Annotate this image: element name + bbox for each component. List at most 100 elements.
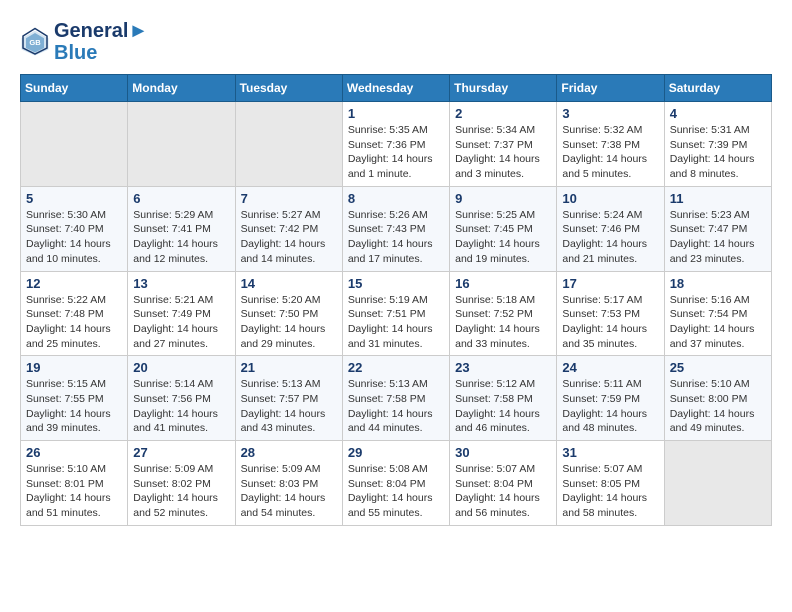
day-number: 23 [455,360,551,375]
day-number: 31 [562,445,658,460]
calendar-cell: 21 Sunrise: 5:13 AM Sunset: 7:57 PM Dayli… [235,356,342,441]
calendar-cell [128,102,235,187]
calendar-cell: 1Sunrise: 5:35 AM Sunset: 7:36 PM Daylig… [342,102,449,187]
logo-icon: GB [20,27,50,57]
logo-text: General► Blue [54,20,148,64]
calendar-cell: 5 Sunrise: 5:30 AM Sunset: 7:40 PM Daylig… [21,186,128,271]
day-header-sunday: Sunday [21,75,128,102]
day-number: 9 [455,191,551,206]
day-number: 16 [455,276,551,291]
header: GB General► Blue [20,20,772,64]
day-info: Sunrise: 5:13 AM Sunset: 7:57 PM Dayligh… [241,377,337,436]
day-header-wednesday: Wednesday [342,75,449,102]
calendar-cell: 24Sunrise: 5:11 AM Sunset: 7:59 PM Dayli… [557,356,664,441]
day-info: Sunrise: 5:09 AM Sunset: 8:02 PM Dayligh… [133,462,229,521]
day-header-thursday: Thursday [450,75,557,102]
day-info: Sunrise: 5:34 AM Sunset: 7:37 PM Dayligh… [455,123,551,182]
calendar-cell: 10 Sunrise: 5:24 AM Sunset: 7:46 PM Dayli… [557,186,664,271]
calendar-cell: 17Sunrise: 5:17 AM Sunset: 7:53 PM Dayli… [557,271,664,356]
day-number: 30 [455,445,551,460]
calendar-cell [235,102,342,187]
day-info: Sunrise: 5:09 AM Sunset: 8:03 PM Dayligh… [241,462,337,521]
day-number: 15 [348,276,444,291]
day-info: Sunrise: 5:07 AM Sunset: 8:05 PM Dayligh… [562,462,658,521]
day-number: 28 [241,445,337,460]
day-number: 7 [241,191,337,206]
day-number: 11 [670,191,766,206]
calendar-header-row: SundayMondayTuesdayWednesdayThursdayFrid… [21,75,772,102]
day-info: Sunrise: 5:16 AM Sunset: 7:54 PM Dayligh… [670,293,766,352]
day-number: 25 [670,360,766,375]
day-info: Sunrise: 5:20 AM Sunset: 7:50 PM Dayligh… [241,293,337,352]
day-info: Sunrise: 5:30 AM Sunset: 7:40 PM Dayligh… [26,208,122,267]
calendar-cell: 8Sunrise: 5:26 AM Sunset: 7:43 PM Daylig… [342,186,449,271]
calendar-cell: 26Sunrise: 5:10 AM Sunset: 8:01 PM Dayli… [21,441,128,526]
day-number: 29 [348,445,444,460]
day-number: 26 [26,445,122,460]
week-row-4: 19 Sunrise: 5:15 AM Sunset: 7:55 PM Dayli… [21,356,772,441]
day-info: Sunrise: 5:27 AM Sunset: 7:42 PM Dayligh… [241,208,337,267]
day-number: 21 [241,360,337,375]
week-row-2: 5 Sunrise: 5:30 AM Sunset: 7:40 PM Daylig… [21,186,772,271]
calendar-cell: 29 Sunrise: 5:08 AM Sunset: 8:04 PM Dayli… [342,441,449,526]
week-row-3: 12 Sunrise: 5:22 AM Sunset: 7:48 PM Dayli… [21,271,772,356]
day-number: 18 [670,276,766,291]
day-info: Sunrise: 5:24 AM Sunset: 7:46 PM Dayligh… [562,208,658,267]
calendar-cell: 18 Sunrise: 5:16 AM Sunset: 7:54 PM Dayli… [664,271,771,356]
day-info: Sunrise: 5:22 AM Sunset: 7:48 PM Dayligh… [26,293,122,352]
calendar-table: SundayMondayTuesdayWednesdayThursdayFrid… [20,74,772,526]
calendar-cell: 19 Sunrise: 5:15 AM Sunset: 7:55 PM Dayli… [21,356,128,441]
day-info: Sunrise: 5:35 AM Sunset: 7:36 PM Dayligh… [348,123,444,182]
week-row-1: 1Sunrise: 5:35 AM Sunset: 7:36 PM Daylig… [21,102,772,187]
day-number: 5 [26,191,122,206]
day-info: Sunrise: 5:31 AM Sunset: 7:39 PM Dayligh… [670,123,766,182]
calendar-cell: 20Sunrise: 5:14 AM Sunset: 7:56 PM Dayli… [128,356,235,441]
calendar-cell: 9 Sunrise: 5:25 AM Sunset: 7:45 PM Daylig… [450,186,557,271]
calendar-cell [21,102,128,187]
day-info: Sunrise: 5:26 AM Sunset: 7:43 PM Dayligh… [348,208,444,267]
day-info: Sunrise: 5:12 AM Sunset: 7:58 PM Dayligh… [455,377,551,436]
day-number: 12 [26,276,122,291]
day-info: Sunrise: 5:13 AM Sunset: 7:58 PM Dayligh… [348,377,444,436]
day-info: Sunrise: 5:23 AM Sunset: 7:47 PM Dayligh… [670,208,766,267]
calendar-cell: 14Sunrise: 5:20 AM Sunset: 7:50 PM Dayli… [235,271,342,356]
day-info: Sunrise: 5:14 AM Sunset: 7:56 PM Dayligh… [133,377,229,436]
calendar-cell: 7 Sunrise: 5:27 AM Sunset: 7:42 PM Daylig… [235,186,342,271]
week-row-5: 26Sunrise: 5:10 AM Sunset: 8:01 PM Dayli… [21,441,772,526]
day-info: Sunrise: 5:19 AM Sunset: 7:51 PM Dayligh… [348,293,444,352]
calendar-cell: 2 Sunrise: 5:34 AM Sunset: 7:37 PM Daylig… [450,102,557,187]
calendar-cell: 22 Sunrise: 5:13 AM Sunset: 7:58 PM Dayli… [342,356,449,441]
calendar-cell: 4 Sunrise: 5:31 AM Sunset: 7:39 PM Daylig… [664,102,771,187]
day-number: 19 [26,360,122,375]
calendar-cell: 27Sunrise: 5:09 AM Sunset: 8:02 PM Dayli… [128,441,235,526]
day-info: Sunrise: 5:32 AM Sunset: 7:38 PM Dayligh… [562,123,658,182]
calendar-cell: 16Sunrise: 5:18 AM Sunset: 7:52 PM Dayli… [450,271,557,356]
day-info: Sunrise: 5:08 AM Sunset: 8:04 PM Dayligh… [348,462,444,521]
day-info: Sunrise: 5:10 AM Sunset: 8:00 PM Dayligh… [670,377,766,436]
day-header-saturday: Saturday [664,75,771,102]
calendar-cell: 31 Sunrise: 5:07 AM Sunset: 8:05 PM Dayli… [557,441,664,526]
day-info: Sunrise: 5:29 AM Sunset: 7:41 PM Dayligh… [133,208,229,267]
day-number: 22 [348,360,444,375]
day-info: Sunrise: 5:15 AM Sunset: 7:55 PM Dayligh… [26,377,122,436]
day-number: 3 [562,106,658,121]
day-number: 13 [133,276,229,291]
day-header-friday: Friday [557,75,664,102]
day-number: 4 [670,106,766,121]
calendar-cell: 3 Sunrise: 5:32 AM Sunset: 7:38 PM Daylig… [557,102,664,187]
logo: GB General► Blue [20,20,148,64]
day-info: Sunrise: 5:17 AM Sunset: 7:53 PM Dayligh… [562,293,658,352]
day-number: 2 [455,106,551,121]
calendar-cell: 6Sunrise: 5:29 AM Sunset: 7:41 PM Daylig… [128,186,235,271]
calendar-cell: 25 Sunrise: 5:10 AM Sunset: 8:00 PM Dayli… [664,356,771,441]
day-info: Sunrise: 5:07 AM Sunset: 8:04 PM Dayligh… [455,462,551,521]
day-number: 10 [562,191,658,206]
day-info: Sunrise: 5:25 AM Sunset: 7:45 PM Dayligh… [455,208,551,267]
day-number: 24 [562,360,658,375]
calendar-cell: 15 Sunrise: 5:19 AM Sunset: 7:51 PM Dayli… [342,271,449,356]
calendar-cell: 13Sunrise: 5:21 AM Sunset: 7:49 PM Dayli… [128,271,235,356]
calendar-cell: 30 Sunrise: 5:07 AM Sunset: 8:04 PM Dayli… [450,441,557,526]
day-header-tuesday: Tuesday [235,75,342,102]
day-header-monday: Monday [128,75,235,102]
calendar-cell: 12 Sunrise: 5:22 AM Sunset: 7:48 PM Dayli… [21,271,128,356]
